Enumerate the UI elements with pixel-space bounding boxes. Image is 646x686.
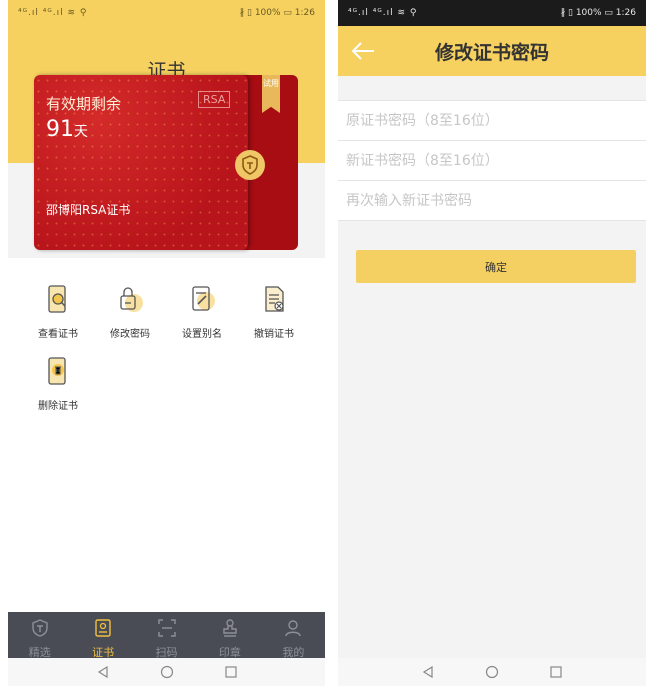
- tab-certificate[interactable]: 证书: [71, 612, 134, 659]
- action-label: 修改密码: [110, 329, 150, 340]
- certificate-name: 邵博阳RSA证书: [46, 203, 131, 217]
- certificate-card[interactable]: 有效期剩余 91天 RSA 邵博阳RSA证书: [34, 75, 248, 250]
- confirm-password-row: [338, 181, 646, 221]
- status-right: ∦ ▯ 100% ▭ 1:26: [560, 8, 636, 18]
- view-cert-icon: [48, 285, 66, 313]
- days-unit: 天: [74, 124, 88, 140]
- certificate-screen: ⁴ᴳ.ıl ⁴ᴳ.ıl ≋ ⚲ ∦ ▯ 100% ▭ 1:26 证书 有效期剩余…: [8, 0, 325, 686]
- old-password-input[interactable]: [338, 101, 646, 140]
- back-nav-icon[interactable]: [96, 665, 110, 679]
- page-title: 修改证书密码: [434, 42, 549, 64]
- confirm-button[interactable]: 确定: [356, 250, 636, 283]
- status-bar: ⁴ᴳ.ıl ⁴ᴳ.ıl ≋ ⚲ ∦ ▯ 100% ▭ 1:26: [338, 0, 646, 26]
- validity-label: 有效期剩余: [46, 95, 122, 113]
- revoke-cert-button[interactable]: 撤销证书: [238, 284, 310, 340]
- action-grid: 查看证书 修改密码 设置别名 撤销证书 删除证书: [8, 258, 325, 612]
- action-label: 设置别名: [182, 329, 222, 340]
- home-nav-icon[interactable]: [485, 665, 499, 679]
- tab-mine[interactable]: 我的: [262, 612, 325, 659]
- signal-icons: ⁴ᴳ.ıl ⁴ᴳ.ıl ≋ ⚲: [348, 8, 418, 18]
- algorithm-tag: RSA: [198, 91, 231, 108]
- user-icon: [285, 620, 302, 637]
- scan-icon: [157, 619, 176, 637]
- bottom-tab-bar: 精选 证书 扫码 印章 我的: [8, 612, 325, 659]
- change-password-icon: [120, 287, 143, 312]
- days-remaining: 91天: [46, 117, 88, 142]
- old-password-row: [338, 101, 646, 141]
- home-nav-icon[interactable]: [160, 665, 174, 679]
- delete-cert-button[interactable]: 删除证书: [22, 356, 94, 412]
- new-password-input[interactable]: [338, 141, 646, 180]
- tab-seal[interactable]: 印章: [198, 612, 261, 659]
- revoke-cert-icon: [265, 286, 284, 312]
- header: 修改证书密码: [338, 26, 646, 76]
- shield-icon: [32, 619, 48, 637]
- status-bar: ⁴ᴳ.ıl ⁴ᴳ.ıl ≋ ⚲ ∦ ▯ 100% ▭ 1:26: [8, 0, 325, 26]
- days-value: 91: [46, 117, 74, 142]
- signal-icons: ⁴ᴳ.ıl ⁴ᴳ.ıl ≋ ⚲: [18, 8, 88, 18]
- system-nav-bar: [338, 658, 646, 686]
- system-nav-bar: [8, 658, 325, 686]
- certificate-icon: [95, 619, 111, 637]
- set-alias-button[interactable]: 设置别名: [166, 284, 238, 340]
- new-password-row: [338, 141, 646, 181]
- status-right: ∦ ▯ 100% ▭ 1:26: [239, 8, 315, 18]
- confirm-password-input[interactable]: [338, 181, 646, 220]
- delete-cert-icon: [48, 357, 66, 385]
- change-password-button[interactable]: 修改密码: [94, 284, 166, 340]
- back-nav-icon[interactable]: [421, 665, 435, 679]
- tab-scan[interactable]: 扫码: [135, 612, 198, 659]
- action-label: 撤销证书: [254, 329, 294, 340]
- password-form: [338, 100, 646, 221]
- recents-nav-icon[interactable]: [549, 665, 563, 679]
- shield-badge-icon: [235, 150, 265, 180]
- seal-icon: [223, 619, 237, 637]
- view-cert-button[interactable]: 查看证书: [22, 284, 94, 340]
- change-password-screen: ⁴ᴳ.ıl ⁴ᴳ.ıl ≋ ⚲ ∦ ▯ 100% ▭ 1:26 修改证书密码 确…: [338, 0, 646, 686]
- action-label: 查看证书: [38, 329, 78, 340]
- recents-nav-icon[interactable]: [224, 665, 238, 679]
- tab-featured[interactable]: 精选: [8, 612, 71, 659]
- set-alias-icon: [192, 286, 215, 311]
- action-label: 删除证书: [38, 401, 78, 412]
